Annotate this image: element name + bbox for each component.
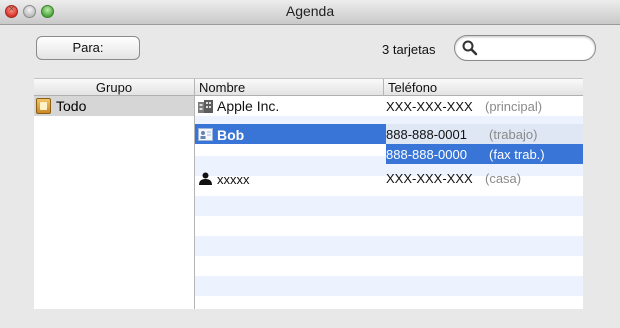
contact-phone-label: (trabajo) [489, 127, 538, 142]
para-button[interactable]: Para: [36, 36, 140, 60]
contact-phone-2[interactable]: 888-888-0000 [386, 147, 467, 162]
row-stripe [195, 196, 583, 216]
contact-name: Bob [217, 127, 245, 143]
person-icon [199, 172, 212, 185]
column-header-row: Grupo Nombre Teléfono [34, 78, 583, 96]
contact-phone-label: (principal) [485, 99, 543, 114]
group-list[interactable]: Todo [34, 96, 195, 309]
card-count-label: 3 tarjetas [382, 42, 436, 57]
contact-phone: 888-888-0001 [386, 127, 467, 142]
column-header-telefono[interactable]: Teléfono [384, 79, 583, 96]
contact-phone: XXX-XXX-XXX [386, 99, 473, 114]
title-bar[interactable]: × Agenda [0, 0, 620, 25]
contact-name: xxxxx [217, 172, 250, 187]
contact-list[interactable]: Apple Inc. XXX-XXX-XXX (principal) Bob 8… [195, 96, 583, 309]
group-folder-icon [36, 98, 51, 114]
row-stripe [195, 236, 583, 256]
column-header-grupo[interactable]: Grupo [34, 79, 195, 96]
group-item-label: Todo [56, 98, 87, 114]
search-icon [462, 40, 478, 56]
contact-name: Apple Inc. [217, 98, 280, 114]
column-header-nombre[interactable]: Nombre [195, 79, 384, 96]
search-field[interactable] [454, 35, 596, 61]
agenda-window: × Agenda Para: 3 tarjetas Grupo Nombre T… [0, 0, 620, 328]
window-title: Agenda [285, 3, 335, 19]
group-item-todo[interactable]: Todo [34, 96, 194, 116]
company-icon [198, 100, 213, 113]
contact-phone: XXX-XXX-XXX [386, 171, 473, 186]
vcard-icon [198, 128, 213, 141]
contact-phone-2-label: (fax trab.) [489, 147, 545, 162]
row-stripe [195, 276, 583, 296]
contact-phone-label: (casa) [485, 171, 522, 186]
